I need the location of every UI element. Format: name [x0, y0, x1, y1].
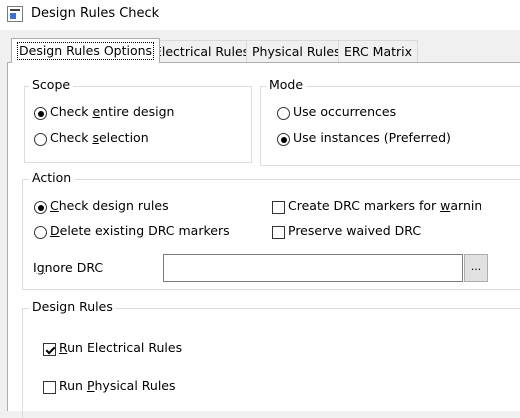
tab-erc-matrix[interactable]: ERC Matrix: [338, 40, 419, 62]
ignore-drc-input[interactable]: [163, 254, 463, 282]
check-entire-design-radio[interactable]: [34, 107, 47, 120]
browse-button[interactable]: ...: [464, 254, 488, 282]
tab-electrical-rules[interactable]: Electrical Rules: [148, 40, 256, 62]
delete-drc-markers-label[interactable]: Delete existing DRC markers: [50, 223, 230, 238]
preserve-waived-drc-label[interactable]: Preserve waived DRC: [288, 223, 421, 238]
check-selection-label[interactable]: Check selection: [50, 130, 149, 145]
action-title: Action: [29, 170, 75, 185]
tab-label: Design Rules Options: [17, 42, 155, 60]
check-design-rules-label[interactable]: Check design rules: [50, 198, 169, 213]
check-entire-design-label[interactable]: Check entire design: [50, 104, 174, 119]
tab-label: Electrical Rules: [154, 44, 250, 59]
app-icon: [7, 6, 23, 22]
scope-title: Scope: [29, 77, 74, 92]
run-physical-rules-label[interactable]: Run Physical Rules: [59, 378, 176, 393]
ignore-drc-label: Ignore DRC: [33, 260, 104, 275]
design-rules-group: [22, 308, 520, 418]
scope-group: [24, 86, 252, 163]
check-selection-radio[interactable]: [34, 133, 47, 146]
tab-label: ERC Matrix: [344, 44, 413, 59]
use-instances-radio[interactable]: [277, 133, 290, 146]
tab-label: Physical Rules: [252, 44, 341, 59]
use-instances-label[interactable]: Use instances (Preferred): [293, 130, 451, 145]
create-drc-markers-label[interactable]: Create DRC markers for warnings: [288, 198, 481, 213]
tab-physical-rules[interactable]: Physical Rules: [246, 40, 347, 62]
create-drc-markers-checkbox[interactable]: [272, 201, 285, 214]
run-electrical-rules-label[interactable]: Run Electrical Rules: [59, 340, 182, 355]
delete-drc-markers-radio[interactable]: [34, 226, 47, 239]
tab-design-rules-options[interactable]: Design Rules Options: [11, 38, 161, 63]
window-title: Design Rules Check: [31, 6, 160, 21]
run-physical-rules-checkbox[interactable]: [43, 381, 56, 394]
use-occurrences-radio[interactable]: [277, 107, 290, 120]
check-design-rules-radio[interactable]: [34, 201, 47, 214]
use-occurrences-label[interactable]: Use occurrences: [293, 104, 396, 119]
mode-group: [260, 86, 520, 166]
design-rules-title: Design Rules: [29, 299, 116, 314]
run-electrical-rules-checkbox[interactable]: [43, 343, 56, 356]
mode-title: Mode: [266, 77, 307, 92]
preserve-waived-drc-checkbox[interactable]: [272, 226, 285, 239]
